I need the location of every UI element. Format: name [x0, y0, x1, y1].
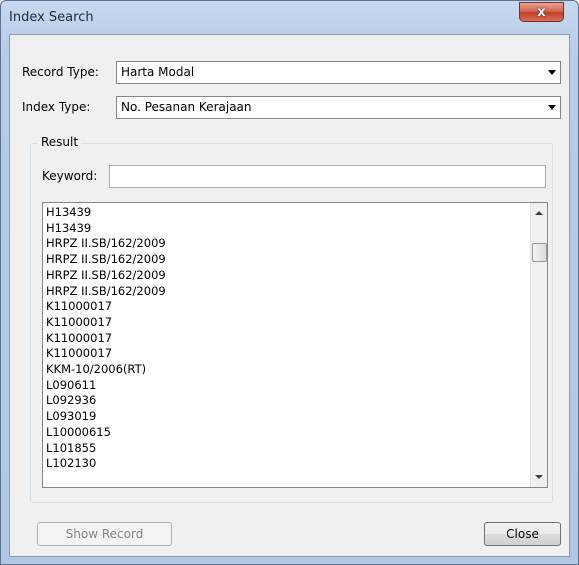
- chevron-down-icon: [548, 105, 556, 110]
- keyword-label: Keyword:: [42, 169, 98, 183]
- index-type-select[interactable]: No. Pesanan Kerajaan: [116, 96, 561, 119]
- list-item[interactable]: K11000017: [46, 299, 166, 315]
- close-button[interactable]: Close: [484, 522, 561, 546]
- record-type-label: Record Type:: [22, 65, 99, 79]
- list-item[interactable]: L101855: [46, 441, 166, 457]
- title-bar[interactable]: Index Search x: [1, 1, 578, 34]
- list-item[interactable]: L093019: [46, 409, 166, 425]
- close-icon: x: [537, 4, 546, 20]
- window-title: Index Search: [9, 10, 94, 25]
- record-type-value: Harta Modal: [121, 65, 195, 79]
- results-listbox[interactable]: H13439 H13439 HRPZ II.SB/162/2009 HRPZ II.S…: [42, 202, 548, 488]
- keyword-input[interactable]: [109, 165, 546, 188]
- list-item[interactable]: HRPZ II.SB/162/2009: [46, 252, 166, 268]
- list-item[interactable]: HRPZ II.SB/162/2009: [46, 268, 166, 284]
- scroll-up-arrow-icon[interactable]: [535, 211, 543, 215]
- list-item[interactable]: L10000615: [46, 425, 166, 441]
- list-item[interactable]: L092936: [46, 393, 166, 409]
- list-item[interactable]: HRPZ II.SB/162/2009: [46, 284, 166, 300]
- window-close-button[interactable]: x: [519, 2, 564, 22]
- results-list: H13439 H13439 HRPZ II.SB/162/2009 HRPZ II.S…: [46, 205, 166, 472]
- list-item[interactable]: K11000017: [46, 331, 166, 347]
- list-item[interactable]: K11000017: [46, 315, 166, 331]
- list-item[interactable]: HRPZ II.SB/162/2009: [46, 236, 166, 252]
- list-item[interactable]: K11000017: [46, 346, 166, 362]
- show-record-button[interactable]: Show Record: [37, 522, 172, 546]
- record-type-select[interactable]: Harta Modal: [116, 61, 561, 84]
- scroll-down-arrow-icon[interactable]: [535, 475, 543, 479]
- list-item[interactable]: L090611: [46, 378, 166, 394]
- result-group-label: Result: [38, 135, 82, 149]
- vertical-scrollbar[interactable]: [530, 203, 547, 487]
- list-item[interactable]: L102130: [46, 456, 166, 472]
- index-search-window: Index Search x Record Type: Harta Modal …: [0, 0, 579, 565]
- chevron-down-icon: [548, 70, 556, 75]
- list-item[interactable]: H13439: [46, 221, 166, 237]
- index-type-label: Index Type:: [22, 100, 91, 114]
- scroll-thumb[interactable]: [532, 243, 547, 262]
- list-item[interactable]: H13439: [46, 205, 166, 221]
- dialog-body: Record Type: Harta Modal Index Type: No.…: [9, 34, 570, 557]
- list-item[interactable]: KKM-10/2006(RT): [46, 362, 166, 378]
- index-type-value: No. Pesanan Kerajaan: [121, 100, 252, 114]
